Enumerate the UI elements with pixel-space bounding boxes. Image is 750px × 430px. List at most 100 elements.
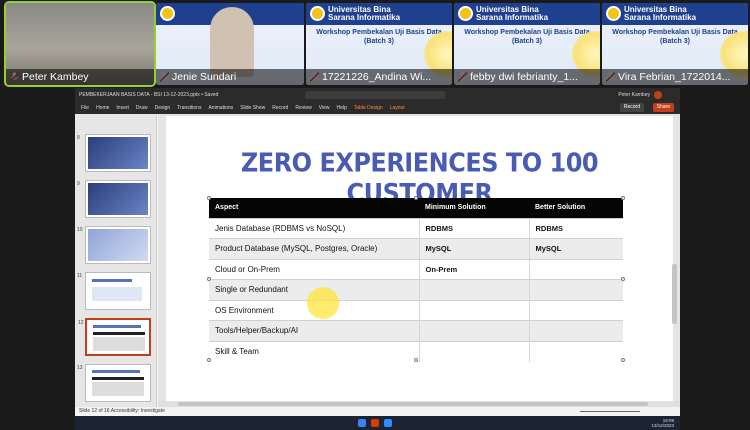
resize-handle[interactable] <box>207 196 211 200</box>
zoom-meeting-window: Peter Kambey Jenie Sundari Universitas B… <box>0 0 750 430</box>
resize-handle[interactable] <box>207 358 211 362</box>
resize-handle[interactable] <box>414 196 418 200</box>
university-logo-icon <box>310 6 325 21</box>
poster-workshop: Workshop Pembekalan Uji Basis Data <box>316 29 442 36</box>
slide-thumbnail-13[interactable]: 13 <box>77 364 151 402</box>
table-cell[interactable] <box>529 299 623 321</box>
vertical-scrollbar[interactable] <box>672 264 677 324</box>
search-box[interactable] <box>305 91 445 99</box>
header-aspect[interactable]: Aspect <box>209 198 419 218</box>
menu-review[interactable]: Review <box>295 105 311 111</box>
header-minimum-solution[interactable]: Minimum Solution <box>419 198 529 218</box>
slide[interactable]: ZERO EXPERIENCES TO 100 CUSTOMER Aspect … <box>166 116 673 401</box>
table-cell[interactable]: MySQL <box>419 238 530 259</box>
windows-taskbar: 19:09 13/12/2023 <box>75 416 680 430</box>
table-cell[interactable]: On-Prem <box>419 258 530 280</box>
window-title: PEMBEKERJAAN BASIS DATA - BSI 13-12-2023… <box>79 92 219 98</box>
slide-number: 8 <box>77 135 80 141</box>
menu-table-design[interactable]: Table Design <box>354 105 383 111</box>
university-logo-icon <box>606 6 621 21</box>
table-cell[interactable]: RDBMS <box>419 217 530 239</box>
record-button[interactable]: Record <box>619 103 644 112</box>
table-row: Tools/Helper/Backup/AI <box>209 320 623 341</box>
table-cell[interactable] <box>419 279 530 300</box>
slide-thumbnail-10[interactable]: 10 <box>77 226 151 264</box>
table-cell[interactable] <box>529 258 623 280</box>
table-cell[interactable] <box>529 279 623 300</box>
slide-number: 13 <box>77 365 83 371</box>
participant-name: 17221226_Andina Wi... <box>306 69 452 85</box>
menu-slide-show[interactable]: Slide Show <box>240 105 265 111</box>
poster-university: Universitas Bina Sarana Informatika <box>624 5 697 22</box>
poster-workshop: Workshop Pembekalan Uji Basis Data <box>612 29 738 36</box>
resize-handle[interactable] <box>621 277 625 281</box>
resize-handle[interactable] <box>621 196 625 200</box>
table-row: OS Environment <box>209 299 623 321</box>
slide-number: 12 <box>78 320 84 326</box>
table-cell[interactable]: Cloud or On-Prem <box>209 258 420 280</box>
participant-tile-4[interactable]: Universitas Bina Sarana Informatika Work… <box>454 3 600 85</box>
aspect-table[interactable]: Aspect Minimum Solution Better Solution … <box>209 198 623 362</box>
resize-handle[interactable] <box>414 358 418 362</box>
zoom-icon[interactable] <box>384 419 392 427</box>
participant-tile-3[interactable]: Universitas Bina Sarana Informatika Work… <box>306 3 452 85</box>
poster-workshop: Workshop Pembekalan Uji Basis Data <box>464 29 590 36</box>
slide-thumbnail-pane: 8 9 10 11 12 13 <box>75 114 157 420</box>
table-cell[interactable] <box>419 320 530 341</box>
slide-thumbnail-9[interactable]: 9 <box>77 180 151 218</box>
participant-tile-2[interactable]: Jenie Sundari <box>156 3 304 85</box>
windows-start-icon[interactable] <box>358 419 366 427</box>
table-cell[interactable]: Tools/Helper/Backup/AI <box>209 320 420 341</box>
header-better-solution[interactable]: Better Solution <box>529 198 623 218</box>
resize-handle[interactable] <box>207 277 211 281</box>
university-logo-icon <box>458 6 473 21</box>
participant-name: Peter Kambey <box>6 69 154 85</box>
participant-tile-5[interactable]: Universitas Bina Sarana Informatika Work… <box>602 3 748 85</box>
table-cell[interactable]: RDBMS <box>529 217 623 239</box>
table-header-row: Aspect Minimum Solution Better Solution <box>209 198 623 218</box>
menu-layout[interactable]: Layout <box>390 105 405 111</box>
slide-editor-canvas: ZERO EXPERIENCES TO 100 CUSTOMER Aspect … <box>158 114 680 420</box>
slide-thumbnail-11[interactable]: 11 <box>77 272 151 310</box>
menu-view[interactable]: View <box>319 105 330 111</box>
table-cell[interactable] <box>529 340 623 362</box>
status-text: Slide 12 of 16 Accessibility: Investigat… <box>79 408 165 414</box>
table-cell[interactable] <box>529 320 623 341</box>
menu-design[interactable]: Design <box>155 105 171 111</box>
poster-university: Universitas Bina Sarana Informatika <box>476 5 549 22</box>
table-cell[interactable]: Skill & Team <box>209 340 420 362</box>
poster-university: Universitas Bina Sarana Informatika <box>328 5 401 22</box>
slide-number: 10 <box>77 227 83 233</box>
table-cell[interactable] <box>419 299 530 321</box>
participant-tile-1[interactable]: Peter Kambey <box>4 1 156 87</box>
table-row: Single or Redundant <box>209 279 623 300</box>
menu-help[interactable]: Help <box>336 105 346 111</box>
table-cell[interactable]: Product Database (MySQL, Postgres, Oracl… <box>209 238 420 259</box>
user-name: Peter Kambey <box>618 92 650 98</box>
share-button[interactable]: Share <box>652 103 674 112</box>
participant-name: Vira Febrian_1722014... <box>602 69 748 85</box>
table-row: Cloud or On-Prem On-Prem <box>209 258 623 280</box>
resize-handle[interactable] <box>621 358 625 362</box>
menu-record[interactable]: Record <box>272 105 288 111</box>
app-titlebar: PEMBEKERJAAN BASIS DATA - BSI 13-12-2023… <box>75 88 680 102</box>
powerpoint-icon[interactable] <box>371 419 379 427</box>
menu-transitions[interactable]: Transitions <box>177 105 201 111</box>
slide-thumbnail-8[interactable]: 8 <box>77 134 151 172</box>
slide-thumbnail-12[interactable]: 12 <box>78 318 151 356</box>
avatar[interactable] <box>654 91 662 99</box>
menu-draw[interactable]: Draw <box>136 105 148 111</box>
table-cell[interactable] <box>419 340 530 362</box>
meeting-background-left <box>0 88 75 430</box>
menu-file[interactable]: File <box>81 105 89 111</box>
shared-screen: PEMBEKERJAAN BASIS DATA - BSI 13-12-2023… <box>75 88 680 430</box>
status-bar: Slide 12 of 16 Accessibility: Investigat… <box>75 407 680 416</box>
zoom-slider[interactable] <box>580 411 640 412</box>
menu-animations[interactable]: Animations <box>208 105 233 111</box>
table-cell[interactable]: Jenis Database (RDBMS vs NoSQL) <box>209 217 420 239</box>
menu-insert[interactable]: Insert <box>116 105 129 111</box>
table-row: Product Database (MySQL, Postgres, Oracl… <box>209 238 623 259</box>
menu-home[interactable]: Home <box>96 105 109 111</box>
meeting-background-right <box>680 88 750 430</box>
table-cell[interactable]: MySQL <box>529 238 623 259</box>
